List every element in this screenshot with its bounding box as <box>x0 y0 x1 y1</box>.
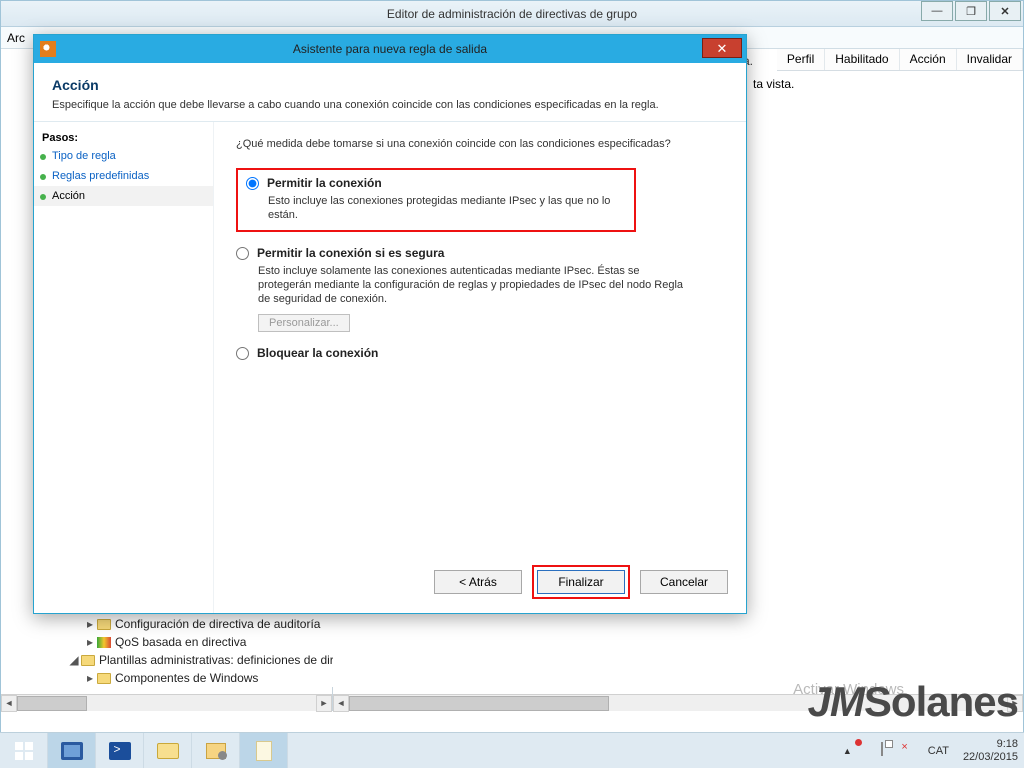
radio-allow[interactable] <box>246 177 259 190</box>
minimize-button[interactable]: — <box>921 1 953 21</box>
radio-allow-secure-label[interactable]: Permitir la conexión si es segura <box>257 246 444 260</box>
wizard-content: ¿Qué medida debe tomarse si una conexión… <box>214 122 746 613</box>
start-button[interactable] <box>0 733 48 768</box>
column-headers[interactable]: Perfil Habilitado Acción Invalidar <box>777 49 1023 71</box>
scroll-left-icon[interactable]: ◄ <box>333 695 349 712</box>
system-tray[interactable]: ▲ CAT 9:18 22/03/2015 <box>837 733 1024 768</box>
customize-button: Personalizar... <box>258 314 350 332</box>
empty-message-tail: ta vista. <box>753 77 794 91</box>
tree-node[interactable]: ▸Componentes de Windows <box>29 669 365 687</box>
clock-time: 9:18 <box>963 738 1018 751</box>
highlight-finish: Finalizar <box>532 565 630 599</box>
radio-block[interactable] <box>236 347 249 360</box>
tree-node[interactable]: ◢Plantillas administrativas: definicione… <box>29 651 365 669</box>
powershell-icon <box>109 742 131 760</box>
tray-overflow-icon[interactable]: ▲ <box>843 746 852 756</box>
scroll-thumb[interactable] <box>17 696 87 711</box>
task-notepad[interactable] <box>240 733 288 768</box>
col-perfil[interactable]: Perfil <box>777 49 825 70</box>
cancel-button[interactable]: Cancelar <box>640 570 728 594</box>
network-icon[interactable] <box>881 743 897 759</box>
tree-node[interactable]: ▸QoS basada en directiva <box>29 633 365 651</box>
wizard-header: Acción Especifique la acción que debe ll… <box>34 63 746 122</box>
gpme-titlebar[interactable]: Editor de administración de directivas d… <box>1 1 1023 27</box>
wizard-page-subtitle: Especifique la acción que debe llevarse … <box>52 99 728 111</box>
wizard-close-button[interactable]: ✕ <box>702 38 742 58</box>
finish-button[interactable]: Finalizar <box>537 570 625 594</box>
col-habilitado[interactable]: Habilitado <box>825 49 899 70</box>
taskbar[interactable]: ▲ CAT 9:18 22/03/2015 <box>0 732 1024 768</box>
step-action[interactable]: Acción <box>34 186 213 206</box>
wizard-page-title: Acción <box>52 77 728 93</box>
steps-label: Pasos: <box>34 130 213 146</box>
action-center-icon[interactable] <box>859 743 875 759</box>
back-button[interactable]: < Atrás <box>434 570 522 594</box>
step-rule-type[interactable]: Tipo de regla <box>34 146 213 166</box>
wizard-steps: Pasos: Tipo de regla Reglas predefinidas… <box>34 122 214 613</box>
radio-allow-secure-desc: Esto incluye solamente las conexiones au… <box>258 264 688 306</box>
task-gpmc[interactable] <box>192 733 240 768</box>
radio-allow-secure[interactable] <box>236 247 249 260</box>
scroll-right-icon[interactable]: ► <box>316 695 332 712</box>
col-invalidar[interactable]: Invalidar <box>957 49 1023 70</box>
clock[interactable]: 9:18 22/03/2015 <box>963 738 1018 764</box>
scroll-left-icon[interactable]: ◄ <box>1 695 17 712</box>
task-server-manager[interactable] <box>48 733 96 768</box>
notepad-icon <box>256 741 272 761</box>
volume-icon[interactable] <box>903 743 919 759</box>
task-explorer[interactable] <box>144 733 192 768</box>
radio-allow-label[interactable]: Permitir la conexión <box>267 176 382 190</box>
clock-date: 22/03/2015 <box>963 751 1018 764</box>
wizard-title: Asistente para nueva regla de salida <box>34 42 746 56</box>
highlight-allow: Permitir la conexión Esto incluye las co… <box>236 168 636 232</box>
wizard-prompt: ¿Qué medida debe tomarse si una conexión… <box>236 138 724 150</box>
menu-file-fragment[interactable]: Arc <box>7 31 25 45</box>
wizard-buttons: < Atrás Finalizar Cancelar <box>434 565 728 599</box>
input-lang[interactable]: CAT <box>928 745 949 757</box>
task-powershell[interactable] <box>96 733 144 768</box>
radio-allow-desc: Esto incluye las conexiones protegidas m… <box>268 194 626 222</box>
maximize-button[interactable]: ❐ <box>955 1 987 21</box>
tree-node[interactable]: ▸Configuración de directiva de auditoría <box>29 615 365 633</box>
brand-watermark: JMSolanes <box>808 678 1018 726</box>
explorer-icon <box>157 743 179 759</box>
tree-scrollbar[interactable]: ◄ ► <box>1 694 332 711</box>
gpmc-icon <box>206 743 226 759</box>
step-predefined-rules[interactable]: Reglas predefinidas <box>34 166 213 186</box>
scroll-thumb[interactable] <box>349 696 609 711</box>
radio-block-label[interactable]: Bloquear la conexión <box>257 346 378 360</box>
wizard-titlebar[interactable]: Asistente para nueva regla de salida ✕ <box>34 35 746 63</box>
col-accion[interactable]: Acción <box>900 49 957 70</box>
gpme-title: Editor de administración de directivas d… <box>387 7 637 21</box>
outbound-rule-wizard: Asistente para nueva regla de salida ✕ A… <box>33 34 747 614</box>
close-button[interactable]: ✕ <box>989 1 1021 21</box>
